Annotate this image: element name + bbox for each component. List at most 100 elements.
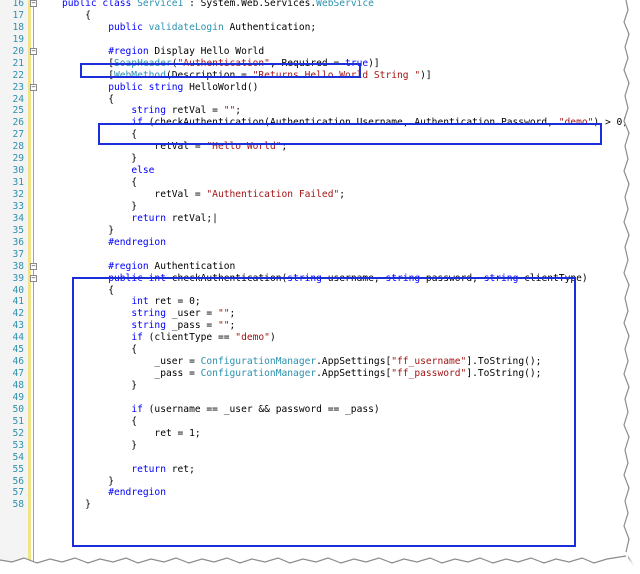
code-editor-window: 16− public class Service1 : System.Web.Se… — [0, 0, 628, 562]
line-number: 20 — [12, 45, 24, 57]
code-token: #region — [108, 260, 149, 272]
highlight-box-authentication-region — [72, 277, 576, 547]
code-token: string — [131, 105, 166, 117]
code-line[interactable]: 38− #region Authentication — [0, 261, 628, 273]
line-number: 52 — [12, 427, 24, 439]
collapse-region-icon[interactable]: − — [30, 274, 37, 282]
code-text: public string HelloWorld() — [62, 82, 258, 94]
code-text: public validateLogin Authentication; — [62, 22, 316, 34]
line-number: 33 — [12, 200, 24, 212]
line-number: 41 — [12, 296, 24, 308]
line-number: 39 — [12, 272, 24, 284]
code-token: retVal;| — [165, 212, 218, 224]
code-token: } — [62, 224, 114, 236]
code-token: #endregion — [108, 236, 166, 248]
code-text: retVal = "Authentication Failed"; — [62, 189, 345, 201]
code-token: ; — [235, 105, 242, 117]
line-number: 21 — [12, 57, 24, 69]
code-line[interactable]: 34 return retVal;| — [0, 213, 628, 225]
code-text: } — [62, 225, 114, 237]
code-token: HelloWorld() — [189, 81, 259, 93]
code-token: validateLogin — [148, 21, 224, 33]
code-token: public class — [62, 0, 138, 9]
line-number: 55 — [12, 463, 24, 475]
code-text: { — [62, 10, 91, 22]
line-number: 57 — [12, 487, 24, 499]
line-number: 26 — [12, 117, 24, 129]
collapse-region-icon[interactable]: − — [30, 47, 37, 55]
line-number: 24 — [12, 93, 24, 105]
code-line[interactable]: 17 { — [0, 10, 628, 22]
code-line[interactable]: 37 — [0, 249, 628, 261]
code-line[interactable]: 31 { — [0, 177, 628, 189]
line-number: 22 — [12, 69, 24, 81]
code-text: #endregion — [62, 237, 166, 249]
line-number: 19 — [12, 33, 24, 45]
collapse-region-icon[interactable]: − — [30, 83, 37, 91]
code-token: ; — [339, 189, 346, 200]
code-line[interactable]: 30 else — [0, 165, 628, 177]
code-line[interactable]: 25 string retVal = ""; — [0, 105, 628, 117]
line-number: 58 — [12, 499, 24, 511]
code-token: )] — [420, 69, 432, 81]
collapse-region-icon[interactable]: − — [30, 0, 37, 7]
line-number: 18 — [12, 21, 24, 33]
collapse-region-icon[interactable]: − — [30, 262, 37, 270]
code-token: WebService — [316, 0, 374, 9]
code-token: #region — [108, 45, 149, 57]
code-token: Authentication; — [223, 21, 317, 33]
code-line[interactable]: 33 } — [0, 201, 628, 213]
line-number: 16 — [12, 0, 24, 9]
code-token: : System.Web.Services. — [183, 0, 317, 9]
highlight-box-soapheader — [80, 63, 361, 78]
torn-edge-right — [623, 0, 640, 574]
line-number: 36 — [12, 236, 24, 248]
code-token: public string — [108, 81, 190, 93]
line-number: 38 — [12, 260, 24, 272]
code-line[interactable]: 23− public string HelloWorld() — [0, 82, 628, 94]
code-token: )] — [368, 57, 380, 69]
code-token: { — [62, 9, 91, 21]
line-number: 29 — [12, 153, 24, 165]
code-text: public class Service1 : System.Web.Servi… — [62, 0, 374, 10]
line-number: 23 — [12, 81, 24, 93]
code-text: { — [62, 94, 114, 106]
code-token: return — [131, 212, 166, 224]
line-number: 50 — [12, 403, 24, 415]
code-token: Service1 — [137, 0, 184, 9]
code-line[interactable]: 20− #region Display Hello World — [0, 46, 628, 58]
code-line[interactable]: 29 } — [0, 153, 628, 165]
line-number: 32 — [12, 189, 24, 200]
code-line[interactable]: 24 { — [0, 94, 628, 106]
code-line[interactable]: 16− public class Service1 : System.Web.Se… — [0, 0, 628, 10]
line-number: 42 — [12, 308, 24, 320]
line-number: 51 — [12, 415, 24, 427]
code-token: { — [62, 177, 138, 189]
torn-edge-bottom — [0, 555, 640, 574]
line-number: 40 — [12, 284, 24, 296]
code-text: } — [62, 201, 137, 213]
code-token: "Authentication Failed" — [206, 189, 340, 200]
line-number: 44 — [12, 332, 24, 344]
line-number: 30 — [12, 165, 24, 177]
line-number: 17 — [12, 9, 24, 21]
code-text: else — [62, 165, 154, 177]
code-token: Display Hello World — [148, 45, 265, 57]
code-line[interactable]: 36 #endregion — [0, 237, 628, 249]
code-token: } — [62, 200, 138, 212]
code-line[interactable]: 35 } — [0, 225, 628, 237]
line-number: 25 — [12, 105, 24, 117]
code-line[interactable]: 19 — [0, 34, 628, 46]
line-number: 56 — [12, 475, 24, 487]
code-text: } — [62, 153, 137, 165]
code-line[interactable]: 32 retVal = "Authentication Failed"; — [0, 189, 628, 201]
line-number: 48 — [12, 380, 24, 391]
code-line[interactable]: 18 public validateLogin Authentication; — [0, 22, 628, 34]
